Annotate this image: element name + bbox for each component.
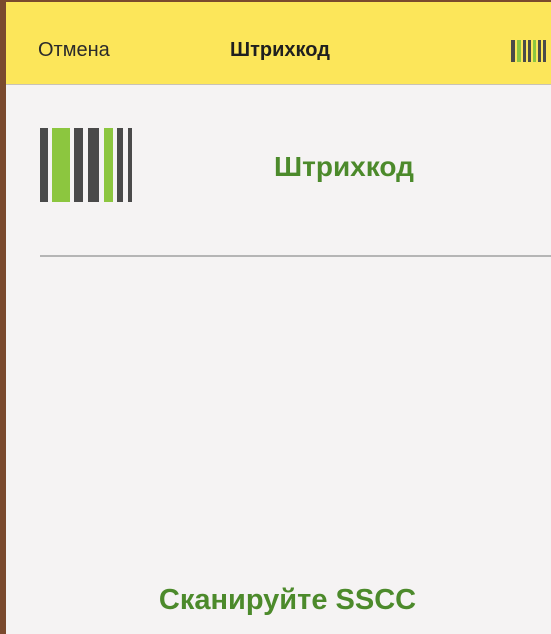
barcode-heading: Штрихкод xyxy=(274,151,414,182)
divider xyxy=(40,255,551,257)
top-bar: Отмена Штрихкод xyxy=(6,2,551,85)
barcode-scan-icon[interactable] xyxy=(511,40,551,62)
barcode-icon xyxy=(40,128,132,202)
page-title: Штрихкод xyxy=(230,39,330,61)
app-window: Отмена Штрихкод Штрихкод Сканируйте SSCC xyxy=(0,0,551,634)
cancel-button[interactable]: Отмена xyxy=(38,39,110,62)
scan-prompt: Сканируйте SSCC xyxy=(158,584,417,616)
